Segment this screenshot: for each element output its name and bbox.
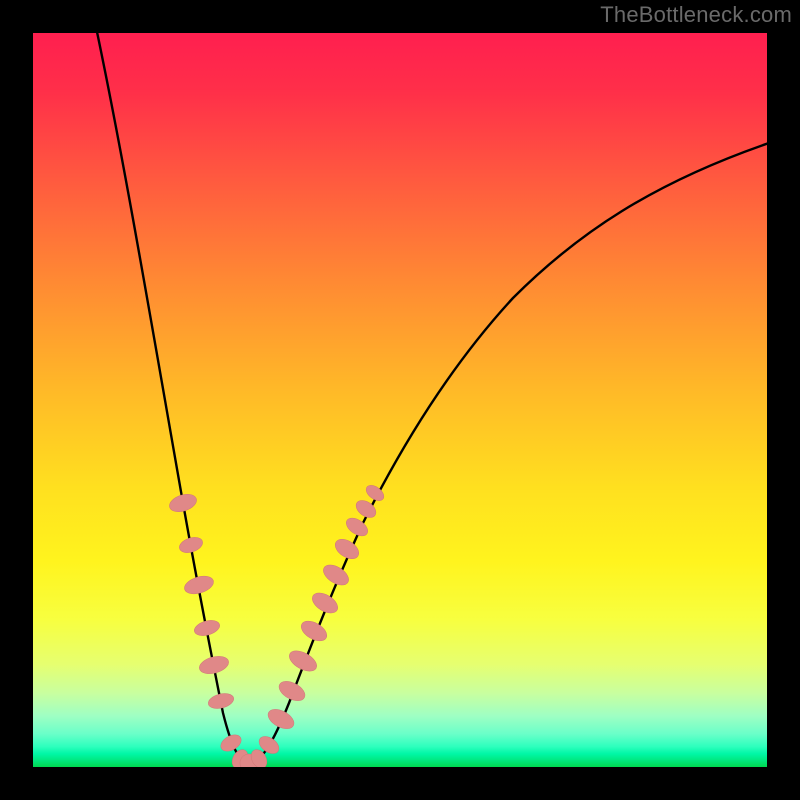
- curve-marker: [276, 677, 308, 704]
- curve-marker: [286, 647, 320, 676]
- curve-marker: [177, 535, 204, 556]
- curve-marker: [197, 653, 230, 676]
- curve-marker: [265, 705, 297, 732]
- chart-svg: [33, 33, 767, 767]
- curve-marker: [193, 618, 222, 639]
- curve-marker: [182, 573, 215, 597]
- watermark-text: TheBottleneck.com: [600, 2, 792, 28]
- outer-frame: TheBottleneck.com: [0, 0, 800, 800]
- plot-area: [33, 33, 767, 767]
- curve-marker: [207, 691, 236, 711]
- curve-markers: [167, 482, 386, 767]
- bottleneck-curve: [93, 33, 767, 763]
- curve-marker: [167, 491, 199, 515]
